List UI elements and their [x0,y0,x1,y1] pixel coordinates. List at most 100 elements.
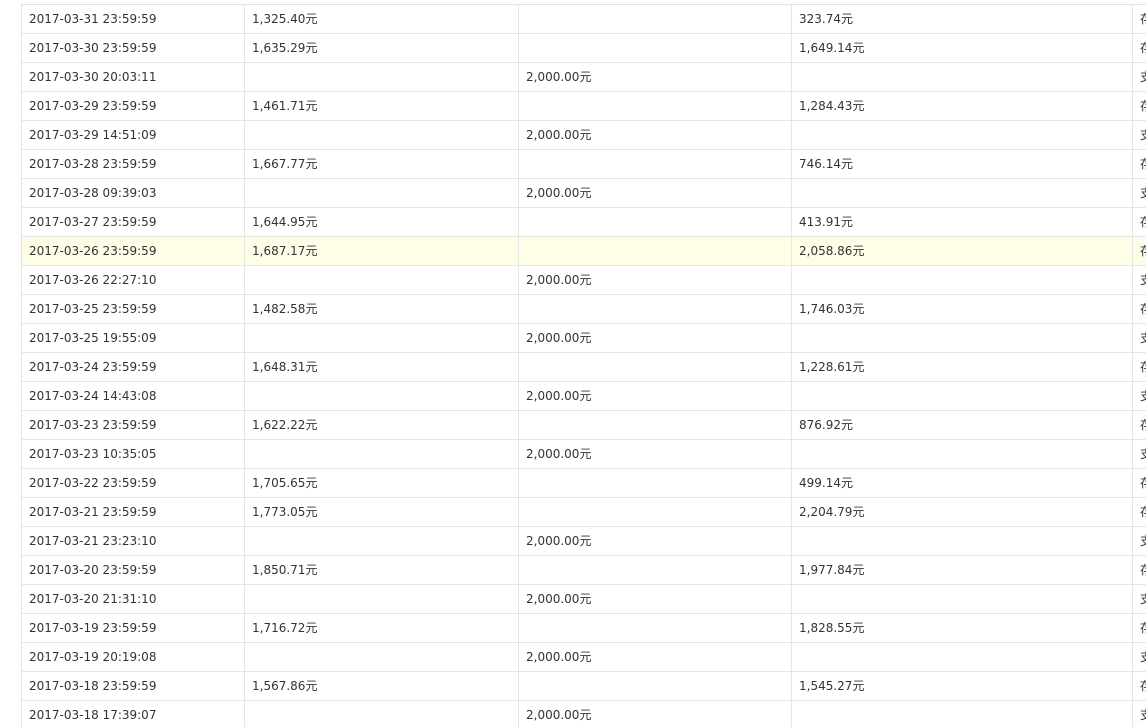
expense-cell: 2,000.00元 [519,585,792,613]
expense-cell [519,34,792,62]
table-row[interactable]: 2017-03-28 09:39:03 2,000.00元 支 [22,179,1146,208]
balance-cell [792,440,1133,468]
expense-cell [519,92,792,120]
expense-cell: 2,000.00元 [519,440,792,468]
table-row[interactable]: 2017-03-23 23:59:591,622.22元 876.92元存 [22,411,1146,440]
transaction-table-viewport: 2017-03-31 23:59:591,325.40元323.74元存 2017… [0,0,1146,727]
table-row[interactable]: 2017-03-29 23:59:591,461.71元 1,284.43元存 [22,92,1146,121]
table-row[interactable]: 2017-03-18 17:39:07 2,000.00元 支 [22,701,1146,727]
expense-cell [519,672,792,700]
balance-cell: 746.14元 [792,150,1133,178]
table-row[interactable]: 2017-03-22 23:59:591,705.65元 499.14元存 [22,469,1146,498]
table-row[interactable]: 2017-03-24 14:43:08 2,000.00元 支 [22,382,1146,411]
expense-cell [519,353,792,381]
balance-cell: 323.74元 [792,5,1133,33]
income-cell: 1,567.86元 [245,672,519,700]
type-cell: 支 [1133,179,1146,207]
type-cell: 存 [1133,672,1146,700]
table-row[interactable]: 2017-03-25 19:55:09 2,000.00元 支 [22,324,1146,353]
time-cell: 2017-03-21 23:23:10 [22,527,245,555]
expense-cell: 2,000.00元 [519,63,792,91]
time-cell: 2017-03-29 23:59:59 [22,92,245,120]
time-cell: 2017-03-23 23:59:59 [22,411,245,439]
table-row[interactable]: 2017-03-19 23:59:591,716.72元 1,828.55元存 [22,614,1146,643]
type-cell: 存 [1133,411,1146,439]
table-row[interactable]: 2017-03-26 22:27:10 2,000.00元 支 [22,266,1146,295]
income-cell [245,585,519,613]
type-cell: 存 [1133,556,1146,584]
income-cell: 1,667.77元 [245,150,519,178]
table-row[interactable]: 2017-03-24 23:59:591,648.31元 1,228.61元存 [22,353,1146,382]
type-cell: 支 [1133,643,1146,671]
expense-cell [519,498,792,526]
balance-cell: 1,977.84元 [792,556,1133,584]
table-row[interactable]: 2017-03-20 23:59:591,850.71元 1,977.84元存 [22,556,1146,585]
balance-cell [792,701,1133,727]
income-cell [245,382,519,410]
balance-cell: 1,828.55元 [792,614,1133,642]
type-cell: 存 [1133,498,1146,526]
balance-cell: 1,746.03元 [792,295,1133,323]
table-row[interactable]: 2017-03-27 23:59:591,644.95元 413.91元存 [22,208,1146,237]
type-cell: 支 [1133,266,1146,294]
type-cell: 存 [1133,150,1146,178]
income-cell [245,643,519,671]
time-cell: 2017-03-21 23:59:59 [22,498,245,526]
time-cell: 2017-03-28 09:39:03 [22,179,245,207]
table-row[interactable]: 2017-03-29 14:51:09 2,000.00元 支 [22,121,1146,150]
type-cell: 存 [1133,469,1146,497]
table-row[interactable]: 2017-03-30 20:03:11 2,000.00元 支 [22,63,1146,92]
table-row[interactable]: 2017-03-26 23:59:591,687.17元 2,058.86元存 [22,237,1146,266]
table-row[interactable]: 2017-03-20 21:31:10 2,000.00元 支 [22,585,1146,614]
balance-cell: 1,649.14元 [792,34,1133,62]
balance-cell [792,179,1133,207]
expense-cell [519,237,792,265]
time-cell: 2017-03-26 23:59:59 [22,237,245,265]
income-cell [245,527,519,555]
type-cell: 存 [1133,208,1146,236]
expense-cell: 2,000.00元 [519,266,792,294]
table-row[interactable]: 2017-03-23 10:35:05 2,000.00元 支 [22,440,1146,469]
time-cell: 2017-03-20 21:31:10 [22,585,245,613]
table-row[interactable]: 2017-03-25 23:59:591,482.58元 1,746.03元存 [22,295,1146,324]
table-row[interactable]: 2017-03-18 23:59:591,567.86元 1,545.27元存 [22,672,1146,701]
balance-cell: 1,545.27元 [792,672,1133,700]
type-cell: 支 [1133,527,1146,555]
balance-cell [792,121,1133,149]
balance-cell: 499.14元 [792,469,1133,497]
transaction-table: 2017-03-31 23:59:591,325.40元323.74元存 2017… [21,4,1146,727]
type-cell: 支 [1133,63,1146,91]
table-row[interactable]: 2017-03-19 20:19:08 2,000.00元 支 [22,643,1146,672]
expense-cell: 2,000.00元 [519,643,792,671]
balance-cell: 2,204.79元 [792,498,1133,526]
type-cell: 存 [1133,295,1146,323]
income-cell [245,266,519,294]
table-row[interactable]: 2017-03-28 23:59:591,667.77元 746.14元存 [22,150,1146,179]
income-cell [245,179,519,207]
expense-cell [519,556,792,584]
expense-cell [519,411,792,439]
time-cell: 2017-03-25 19:55:09 [22,324,245,352]
table-row[interactable]: 2017-03-31 23:59:591,325.40元 323.74元存 [22,5,1146,34]
time-cell: 2017-03-25 23:59:59 [22,295,245,323]
type-cell: 存 [1133,614,1146,642]
expense-cell [519,208,792,236]
type-cell: 存 [1133,92,1146,120]
income-cell: 1,635.29元 [245,34,519,62]
table-row[interactable]: 2017-03-21 23:23:10 2,000.00元 支 [22,527,1146,556]
income-cell: 1,687.17元 [245,237,519,265]
balance-cell: 413.91元 [792,208,1133,236]
income-cell: 1,622.22元 [245,411,519,439]
time-cell: 2017-03-18 17:39:07 [22,701,245,727]
type-cell: 支 [1133,121,1146,149]
time-cell: 2017-03-23 10:35:05 [22,440,245,468]
balance-cell: 876.92元 [792,411,1133,439]
income-cell [245,324,519,352]
expense-cell [519,614,792,642]
time-cell: 2017-03-24 14:43:08 [22,382,245,410]
balance-cell [792,527,1133,555]
table-row[interactable]: 2017-03-21 23:59:591,773.05元 2,204.79元存 [22,498,1146,527]
income-cell [245,440,519,468]
expense-cell: 2,000.00元 [519,179,792,207]
table-row[interactable]: 2017-03-30 23:59:591,635.29元 1,649.14元存 [22,34,1146,63]
